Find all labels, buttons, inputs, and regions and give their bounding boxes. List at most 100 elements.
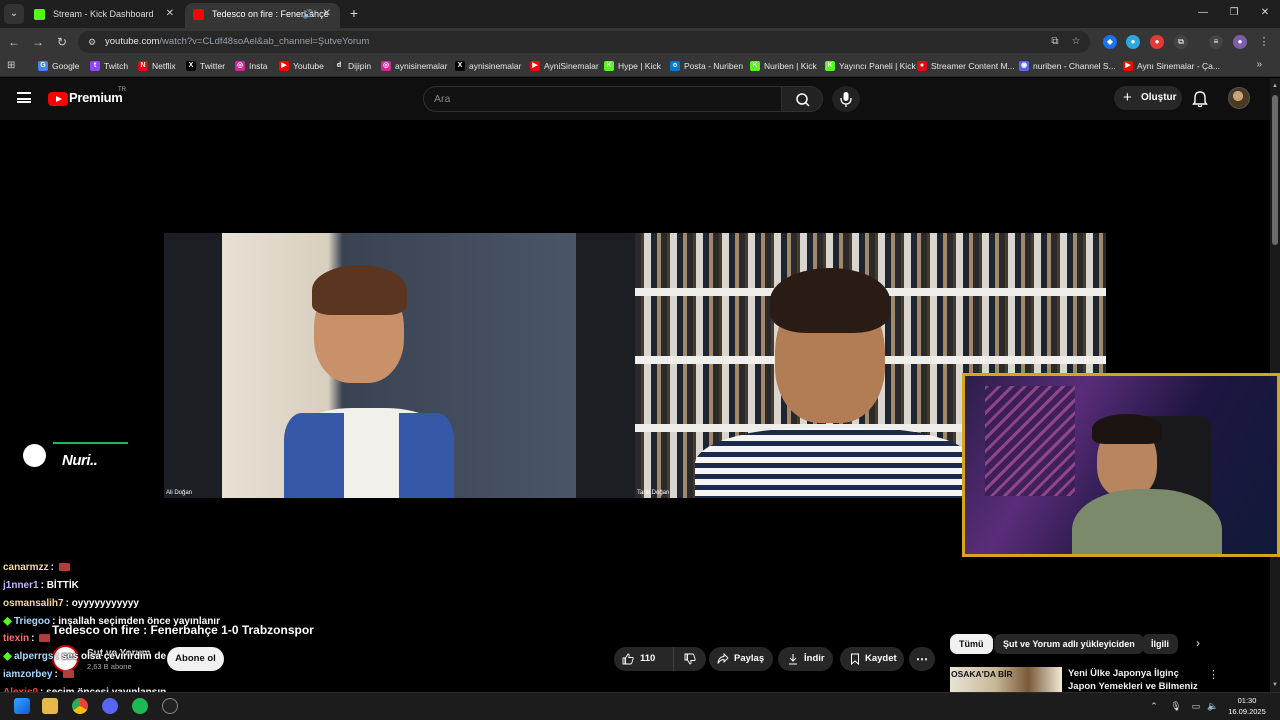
create-button[interactable]: + Oluştur xyxy=(1114,86,1182,110)
scroll-down-icon[interactable]: ▼ xyxy=(1272,682,1278,688)
bookmark-item[interactable]: t Twitch xyxy=(90,56,128,77)
bookmark-item[interactable]: K Hype | Kick xyxy=(604,56,661,77)
bookmark-item[interactable]: K Yayıncı Paneli | Kick xyxy=(825,56,916,77)
reload-icon[interactable]: ↻ xyxy=(53,33,71,51)
bookmark-item[interactable]: ◎ aynisinemalar xyxy=(381,56,447,77)
extension-shield-icon[interactable]: ◆ xyxy=(1103,35,1117,49)
new-tab-button[interactable]: + xyxy=(346,4,362,22)
tray-overflow-icon[interactable]: ⌃ xyxy=(1148,700,1160,712)
create-label: Oluştur xyxy=(1141,92,1177,103)
chip-all[interactable]: Tümü xyxy=(950,634,993,654)
more-actions-button[interactable]: ⋯ xyxy=(909,647,935,671)
bookmark-item[interactable]: ▶ Aynı Sinemalar - Ça... xyxy=(1123,56,1220,77)
chat-username[interactable]: tiexin xyxy=(3,633,29,644)
bookmark-item[interactable]: ▶ AyniSinemalar xyxy=(530,56,599,77)
scrollbar-thumb[interactable] xyxy=(1272,95,1278,245)
windows-taskbar: ⌃ 🎙 ▭ 🔈 01:30 16.09.2025 xyxy=(0,692,1280,720)
save-button[interactable]: Kaydet xyxy=(840,647,904,671)
start-icon[interactable] xyxy=(14,698,30,714)
bookmark-favicon-icon: ◎ xyxy=(381,61,391,71)
chat-username[interactable]: alperrgs xyxy=(14,651,53,662)
chat-username[interactable]: osmansalih7 xyxy=(3,598,64,609)
bookmark-item[interactable]: N Netflix xyxy=(138,56,176,77)
bookmark-item[interactable]: ◉ nuriben - Channel S... xyxy=(1019,56,1116,77)
url-text[interactable]: youtube.com/watch?v=CLdf48soAel&ab_chann… xyxy=(105,31,369,53)
account-avatar[interactable] xyxy=(1228,87,1250,109)
subscribe-button[interactable]: Abone ol xyxy=(167,647,224,671)
forward-icon[interactable]: → xyxy=(29,33,47,51)
tab-youtube-video[interactable]: Tedesco on fire : Fenerbahçe 🔊 ✕ xyxy=(185,3,340,28)
share-button[interactable]: Paylaş xyxy=(709,647,773,671)
chip-from-uploader[interactable]: Şut ve Yorum adlı yükleyiciden xyxy=(994,634,1144,654)
file-explorer-icon[interactable] xyxy=(42,698,58,714)
chat-username[interactable]: iamzorbey xyxy=(3,669,52,680)
chrome-icon[interactable] xyxy=(72,698,88,714)
dislike-button[interactable] xyxy=(674,647,706,671)
bookmark-item[interactable]: ◎ Insta xyxy=(235,56,267,77)
chat-username[interactable]: Triegoo xyxy=(14,616,50,627)
bookmark-favicon-icon: G xyxy=(38,61,48,71)
close-tab-icon[interactable]: ✕ xyxy=(323,3,331,25)
chat-username[interactable]: j1nner1 xyxy=(3,580,39,591)
recommendation-menu-icon[interactable]: ⋮ xyxy=(1208,668,1219,681)
download-button[interactable]: İndir xyxy=(778,647,833,671)
chevron-right-icon[interactable]: › xyxy=(1196,636,1200,650)
extensions-puzzle-icon[interactable]: ⧉ xyxy=(1174,35,1188,49)
notifications-bell-icon[interactable] xyxy=(1192,90,1208,108)
search-button[interactable] xyxy=(781,86,823,112)
browser-menu-icon[interactable]: ⋮ xyxy=(1257,35,1271,49)
video-player[interactable]: Ali Doğan Tarık Doğan Nuri.. xyxy=(0,120,1280,612)
discord-icon[interactable] xyxy=(102,698,118,714)
reading-list-icon[interactable]: ≡ xyxy=(1209,35,1223,49)
network-icon[interactable]: ▭ xyxy=(1190,700,1202,712)
volume-icon[interactable]: 🔈 xyxy=(1207,700,1219,712)
address-bar[interactable]: ⚙ youtube.com/watch?v=CLdf48soAel&ab_cha… xyxy=(78,31,1090,53)
chip-related[interactable]: İlgili xyxy=(1142,634,1178,654)
bookmark-item[interactable]: ● Streamer Content M... xyxy=(917,56,1015,77)
bookmark-star-icon[interactable]: ☆ xyxy=(1069,35,1083,49)
chat-username[interactable]: canarmzz xyxy=(3,562,49,573)
left-person-vest xyxy=(284,413,344,498)
streamer-figure xyxy=(1072,414,1222,554)
close-tab-icon[interactable]: ✕ xyxy=(166,3,174,25)
minimize-icon[interactable]: — xyxy=(1188,4,1218,22)
close-window-icon[interactable]: ✕ xyxy=(1250,4,1280,22)
extension-blue-icon[interactable]: ● xyxy=(1126,35,1140,49)
bookmark-item[interactable]: Xaynisinemalar xyxy=(455,56,521,77)
recommendation-thumbnail[interactable]: OSAKA'DA BİR xyxy=(950,667,1062,692)
apps-grid-icon[interactable]: ⊞ xyxy=(7,60,19,72)
search-input[interactable] xyxy=(434,87,764,111)
obs-icon[interactable] xyxy=(162,698,178,714)
bookmark-item[interactable]: ▶ Youtube xyxy=(279,56,324,77)
bookmark-item[interactable]: K Nuriben | Kick xyxy=(750,56,817,77)
back-icon[interactable]: ← xyxy=(5,33,23,51)
extension-red-icon[interactable]: ● xyxy=(1150,35,1164,49)
profile-icon[interactable]: ● xyxy=(1233,35,1247,49)
voice-search-button[interactable] xyxy=(832,86,860,112)
spotify-icon[interactable] xyxy=(132,698,148,714)
microphone-tray-icon[interactable]: 🎙 xyxy=(1170,700,1182,712)
install-app-icon[interactable]: ⧉ xyxy=(1048,35,1062,49)
bookmark-item[interactable]: o Posta - Nuriben xyxy=(670,56,743,77)
more-bookmarks-icon[interactable]: » xyxy=(1256,59,1262,70)
system-clock[interactable]: 01:30 16.09.2025 xyxy=(1224,695,1270,717)
bookmark-icon xyxy=(851,653,859,665)
bookmark-favicon-icon: K xyxy=(604,61,614,71)
scroll-up-icon[interactable]: ▲ xyxy=(1272,83,1278,89)
site-settings-icon[interactable]: ⚙ xyxy=(86,36,98,48)
like-dislike-group: 110 xyxy=(614,647,706,671)
bookmark-item[interactable]: G Google xyxy=(38,56,79,77)
bookmark-item[interactable]: d Dijipin xyxy=(334,56,371,77)
tab-search-button[interactable]: ⌄ xyxy=(4,4,24,24)
restore-icon[interactable]: ❐ xyxy=(1219,4,1249,22)
bookmark-item[interactable]: X Twitter xyxy=(186,56,225,77)
bookmark-label: Aynı Sinemalar - Ça... xyxy=(1137,61,1220,71)
youtube-brand[interactable]: Premium xyxy=(69,90,123,105)
guide-menu-icon[interactable] xyxy=(17,92,31,103)
tab-kick-dashboard[interactable]: Stream - Kick Dashboard ✕ xyxy=(26,3,183,28)
audio-playing-icon[interactable]: 🔊 xyxy=(303,3,314,25)
youtube-logo-icon[interactable] xyxy=(48,92,68,106)
bookmark-favicon-icon: K xyxy=(750,61,760,71)
recommendation-title[interactable]: Yeni Ülke Japonya İlginç Japon Yemekleri… xyxy=(1068,667,1203,693)
like-button[interactable]: 110 xyxy=(614,647,674,671)
